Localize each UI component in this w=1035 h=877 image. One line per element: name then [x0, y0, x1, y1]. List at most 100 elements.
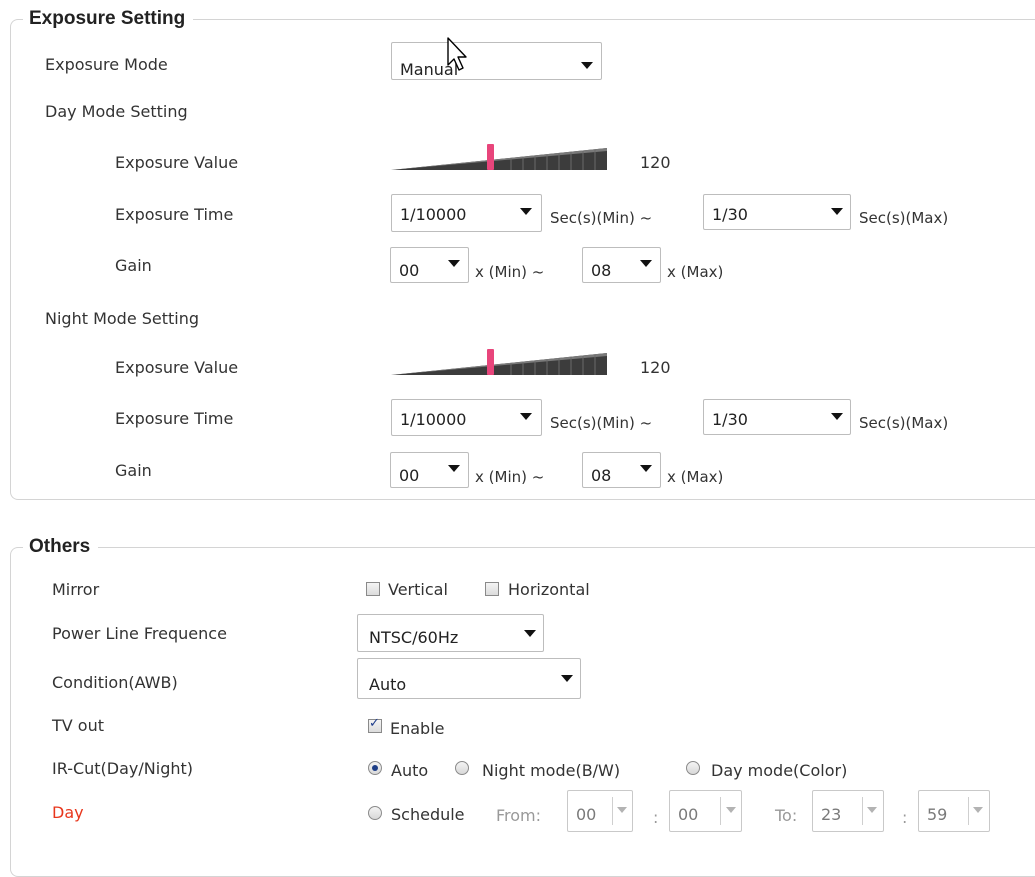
- day-label: Day: [52, 803, 84, 822]
- ircut-night-radio[interactable]: [455, 761, 469, 775]
- night-mode-setting-title: Night Mode Setting: [45, 309, 200, 328]
- chevron-down-icon: [520, 208, 532, 215]
- night-exposure-time-max-select[interactable]: 1/30: [703, 399, 851, 435]
- day-mode-setting-title: Day Mode Setting: [45, 102, 188, 121]
- power-line-value: NTSC/60Hz: [369, 628, 459, 647]
- ircut-day-radio[interactable]: [686, 761, 700, 775]
- schedule-from-minute-select[interactable]: 00: [669, 790, 742, 832]
- day-exposure-time-label: Exposure Time: [115, 205, 234, 224]
- schedule-radio[interactable]: [368, 806, 382, 820]
- schedule-label: Schedule: [391, 805, 465, 824]
- chevron-down-icon: [448, 465, 460, 472]
- day-exposure-time-max-select[interactable]: 1/30: [703, 194, 851, 230]
- schedule-to-label: To:: [775, 806, 798, 825]
- night-gain-max-select[interactable]: 08: [582, 452, 661, 488]
- night-exposure-time-min-value: 1/10000: [400, 410, 467, 429]
- chevron-down-icon: [831, 208, 843, 215]
- chevron-down-icon: [831, 413, 843, 420]
- schedule-from-hour-value: 00: [576, 805, 597, 824]
- day-gain-min-value: 00: [399, 261, 420, 280]
- night-gain-min-value: 00: [399, 466, 420, 485]
- night-exposure-time-min-unit: Sec(s)(Min) ~: [550, 414, 653, 432]
- schedule-from-minute-value: 00: [678, 805, 699, 824]
- exposure-setting-legend: Exposure Setting: [23, 7, 194, 31]
- night-exposure-value-label: Exposure Value: [115, 358, 239, 377]
- ircut-auto-radio[interactable]: [368, 761, 382, 775]
- night-gain-max-unit: x (Max): [667, 468, 724, 486]
- awb-select[interactable]: Auto: [357, 658, 581, 699]
- chevron-down-icon: [617, 807, 627, 813]
- day-exposure-time-min-select[interactable]: 1/10000: [391, 194, 542, 232]
- select-divider: [968, 797, 969, 825]
- slider-track: [391, 353, 607, 375]
- chevron-down-icon: [524, 630, 536, 637]
- day-gain-max-select[interactable]: 08: [582, 247, 661, 283]
- day-exposure-time-min-unit: Sec(s)(Min) ~: [550, 209, 653, 227]
- mirror-horizontal-label: Horizontal: [508, 580, 590, 599]
- awb-label: Condition(AWB): [52, 673, 178, 692]
- day-gain-min-unit: x (Min) ~: [475, 263, 545, 281]
- night-gain-min-unit: x (Min) ~: [475, 468, 545, 486]
- day-gain-max-unit: x (Max): [667, 263, 724, 281]
- night-exposure-slider-thumb[interactable]: [487, 349, 494, 375]
- day-gain-label: Gain: [115, 256, 152, 275]
- awb-value: Auto: [369, 675, 407, 694]
- chevron-down-icon: [520, 413, 532, 420]
- select-divider: [720, 797, 721, 825]
- power-line-select[interactable]: NTSC/60Hz: [357, 614, 544, 652]
- select-divider: [612, 797, 613, 825]
- tv-out-enable-checkbox[interactable]: [368, 716, 382, 733]
- day-exposure-value-label: Exposure Value: [115, 153, 239, 172]
- night-exposure-time-label: Exposure Time: [115, 409, 234, 428]
- schedule-from-hour-select[interactable]: 00: [567, 790, 633, 832]
- exposure-mode-select[interactable]: Manual: [391, 42, 602, 80]
- mirror-label: Mirror: [52, 580, 100, 599]
- chevron-down-icon: [973, 807, 983, 813]
- ircut-day-label: Day mode(Color): [711, 761, 848, 780]
- ircut-label: IR-Cut(Day/Night): [52, 759, 193, 778]
- night-exposure-value-readout: 120: [640, 358, 671, 377]
- tv-out-enable-label: Enable: [390, 719, 445, 738]
- day-gain-max-value: 08: [591, 261, 612, 280]
- night-exposure-time-max-unit: Sec(s)(Max): [859, 414, 949, 432]
- others-legend: Others: [23, 535, 99, 559]
- slider-track: [391, 148, 607, 170]
- chevron-down-icon: [640, 260, 652, 267]
- select-divider: [862, 797, 863, 825]
- day-exposure-time-max-unit: Sec(s)(Max): [859, 209, 949, 227]
- mirror-horizontal-checkbox[interactable]: [485, 582, 499, 596]
- schedule-to-minute-value: 59: [927, 805, 948, 824]
- night-exposure-value-slider[interactable]: [391, 349, 607, 375]
- day-exposure-value-slider[interactable]: [391, 144, 607, 170]
- night-gain-max-value: 08: [591, 466, 612, 485]
- power-line-label: Power Line Frequence: [52, 624, 227, 643]
- ircut-auto-label: Auto: [391, 761, 429, 780]
- chevron-down-icon: [448, 260, 460, 267]
- day-exposure-value-readout: 120: [640, 153, 671, 172]
- schedule-to-colon: :: [902, 808, 908, 827]
- chevron-down-icon: [726, 807, 736, 813]
- mirror-vertical-checkbox[interactable]: [366, 582, 380, 596]
- mouse-pointer-icon: [447, 37, 467, 71]
- day-exposure-time-min-value: 1/10000: [400, 205, 467, 224]
- day-exposure-time-max-value: 1/30: [712, 205, 748, 224]
- mirror-vertical-label: Vertical: [388, 580, 448, 599]
- schedule-from-label: From:: [496, 806, 542, 825]
- night-exposure-time-max-value: 1/30: [712, 410, 748, 429]
- chevron-down-icon: [561, 675, 573, 682]
- ircut-night-label: Night mode(B/W): [482, 761, 621, 780]
- night-gain-min-select[interactable]: 00: [390, 452, 469, 488]
- schedule-to-hour-value: 23: [821, 805, 842, 824]
- tv-out-label: TV out: [52, 716, 105, 735]
- night-exposure-time-min-select[interactable]: 1/10000: [391, 399, 542, 436]
- schedule-to-hour-select[interactable]: 23: [812, 790, 884, 832]
- exposure-mode-label: Exposure Mode: [45, 55, 168, 74]
- day-exposure-slider-thumb[interactable]: [487, 144, 494, 170]
- schedule-from-colon: :: [653, 808, 659, 827]
- chevron-down-icon: [640, 465, 652, 472]
- night-gain-label: Gain: [115, 461, 152, 480]
- chevron-down-icon: [581, 62, 593, 69]
- day-gain-min-select[interactable]: 00: [390, 247, 469, 283]
- schedule-to-minute-select[interactable]: 59: [918, 790, 990, 832]
- chevron-down-icon: [867, 807, 877, 813]
